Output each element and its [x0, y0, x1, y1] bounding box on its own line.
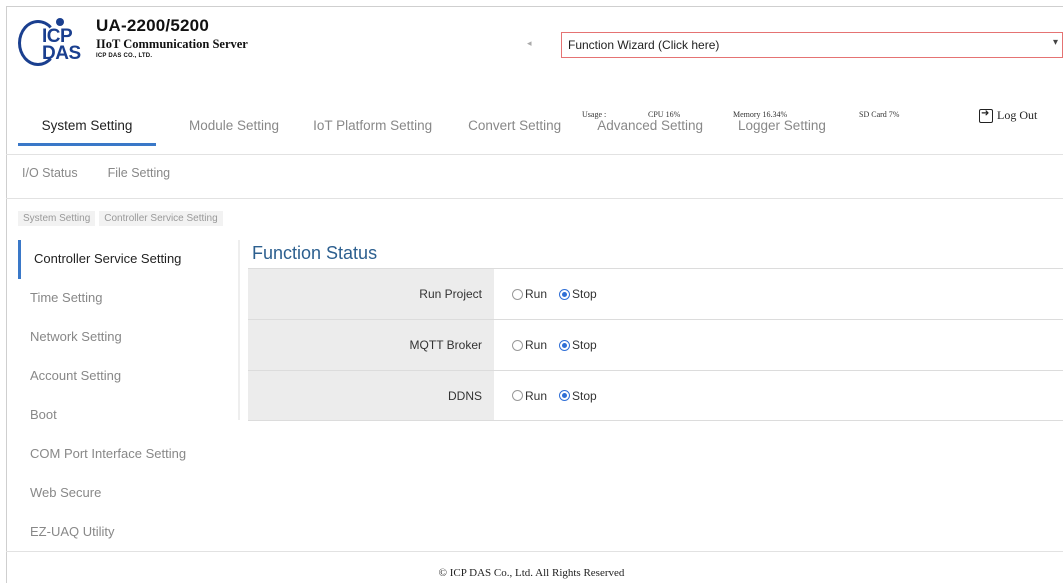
product-title: UA-2200/5200 IIoT Communication Server I… [96, 16, 248, 59]
submenu-divider [6, 198, 1063, 199]
menu-system-setting[interactable]: System Setting [18, 118, 156, 146]
menu-convert-setting[interactable]: Convert Setting [468, 118, 561, 146]
sidebar-item-network-setting[interactable]: Network Setting [18, 318, 238, 357]
submenu-file-setting[interactable]: File Setting [108, 166, 171, 180]
mqtt-broker-stop-radio[interactable]: Stop [559, 338, 597, 352]
function-wizard-select[interactable]: Function Wizard (Click here) ▾ [561, 32, 1063, 58]
sidebar-item-time-setting[interactable]: Time Setting [18, 279, 238, 318]
product-subtitle: IIoT Communication Server [96, 37, 248, 51]
logout-button[interactable]: Log Out [979, 108, 1037, 123]
function-wizard-label: Function Wizard (Click here) [568, 38, 720, 52]
footer-divider [6, 551, 1063, 552]
sidebar-item-boot[interactable]: Boot [18, 396, 238, 435]
radio-checked-icon [559, 390, 571, 401]
breadcrumb-system-setting[interactable]: System Setting [18, 211, 96, 226]
row-label: MQTT Broker [248, 320, 494, 370]
company-name: ICP DAS CO., LTD. [96, 53, 153, 59]
menu-module-setting[interactable]: Module Setting [189, 118, 279, 146]
wizard-pin-icon: ◂ [527, 38, 532, 48]
radio-icon [512, 339, 523, 351]
top-menu: System Setting Module Setting IoT Platfo… [18, 118, 826, 146]
radio-label: Run [525, 388, 548, 403]
mqtt-broker-run-radio[interactable]: Run [512, 338, 547, 352]
icpdas-logo: ICP DAS [18, 18, 88, 68]
logout-icon [979, 108, 993, 123]
submenu-io-status[interactable]: I/O Status [22, 166, 78, 180]
radio-label: Run [525, 338, 548, 352]
function-status-table: Run Project Run Stop MQTT Broker Run Sto… [248, 268, 1063, 421]
ddns-stop-radio[interactable]: Stop [559, 389, 597, 403]
menu-divider [6, 154, 1063, 155]
page-title: Function Status [252, 243, 378, 263]
sub-menu: I/O Status File Setting [22, 166, 170, 180]
radio-label: Run [525, 287, 548, 301]
status-row-ddns: DDNS Run Stop [248, 370, 1063, 421]
radio-label: Stop [572, 338, 597, 352]
status-row-run-project: Run Project Run Stop [248, 268, 1063, 319]
breadcrumb-controller-service[interactable]: Controller Service Setting [99, 211, 223, 226]
row-label: Run Project [248, 269, 494, 319]
ddns-run-radio[interactable]: Run [512, 389, 547, 403]
logo-dot-icon [56, 18, 64, 26]
row-label: DDNS [248, 371, 494, 420]
menu-advanced-setting[interactable]: Advanced Setting [597, 118, 703, 146]
logo-text: ICP DAS [42, 27, 81, 64]
run-project-run-radio[interactable]: Run [512, 287, 547, 301]
model-name: UA-2200/5200 [96, 16, 209, 35]
menu-logger-setting[interactable]: Logger Setting [738, 118, 826, 146]
sidebar-item-controller-service[interactable]: Controller Service Setting [18, 240, 238, 279]
radio-label: Stop [572, 287, 597, 301]
radio-checked-icon [559, 339, 571, 351]
sidebar-item-account-setting[interactable]: Account Setting [18, 357, 238, 396]
run-project-stop-radio[interactable]: Stop [559, 287, 597, 301]
radio-checked-icon [559, 288, 571, 300]
sidebar-item-com-port[interactable]: COM Port Interface Setting [18, 435, 238, 474]
logout-label: Log Out [997, 108, 1038, 122]
sidebar-item-ez-uaq[interactable]: EZ-UAQ Utility [18, 513, 238, 552]
status-row-mqtt-broker: MQTT Broker Run Stop [248, 319, 1063, 370]
breadcrumb: System Setting Controller Service Settin… [18, 211, 227, 226]
radio-icon [512, 390, 523, 401]
chevron-down-icon: ▾ [1052, 37, 1058, 48]
radio-label: Stop [572, 388, 597, 403]
logo-bottom-text: DAS [42, 43, 81, 64]
sd-card-usage: SD Card 7% [859, 110, 900, 119]
copyright-footer: © ICP DAS Co., Ltd. All Rights Reserved [438, 567, 625, 579]
radio-icon [512, 288, 523, 300]
sidebar-item-web-secure[interactable]: Web Secure [18, 474, 238, 513]
sidebar-divider [238, 240, 240, 420]
sidebar-nav: Controller Service Setting Time Setting … [18, 240, 238, 552]
menu-iot-platform-setting[interactable]: IoT Platform Setting [313, 118, 432, 146]
